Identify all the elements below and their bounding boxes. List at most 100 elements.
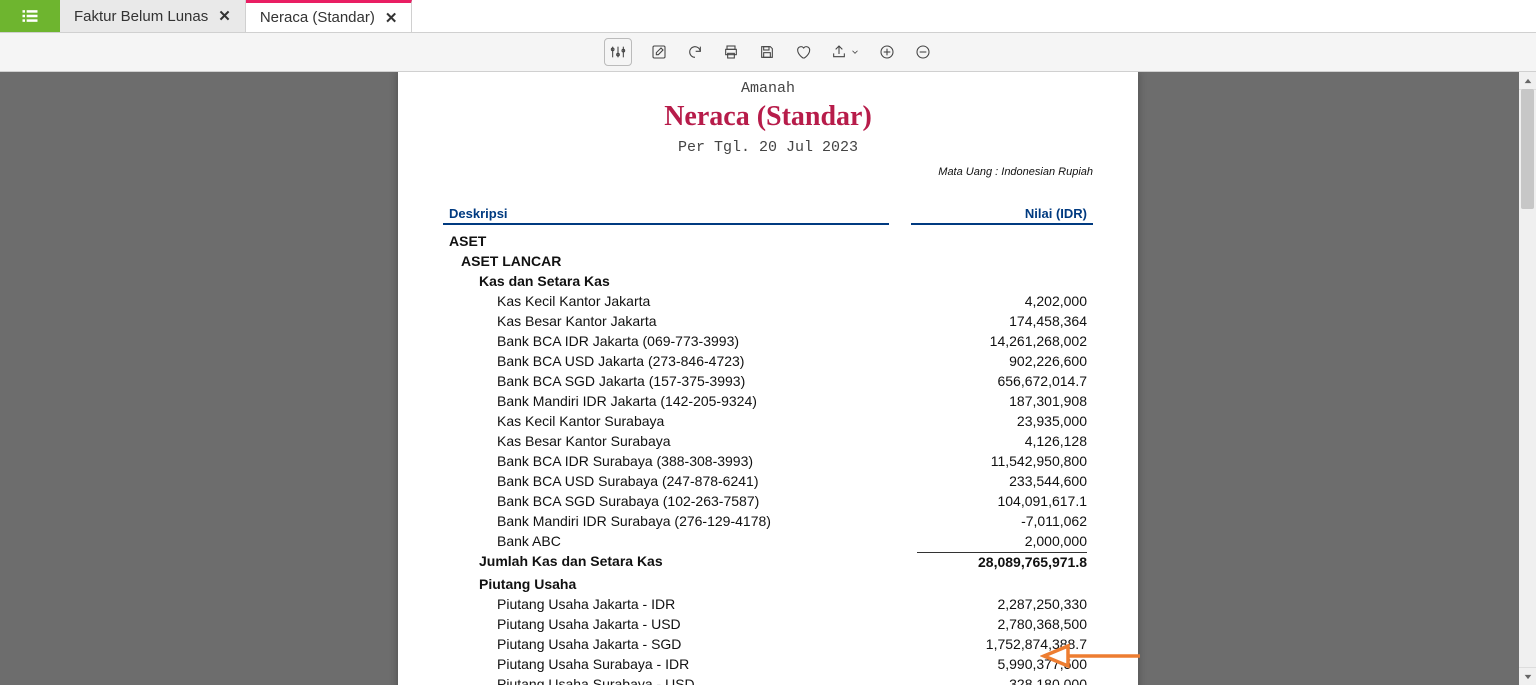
row-description: ASET	[449, 232, 917, 250]
row-description: Piutang Usaha Surabaya - USD	[449, 675, 917, 685]
report-row: Jumlah Kas dan Setara Kas28,089,765,971.…	[443, 551, 1093, 572]
report-row: Piutang Usaha Jakarta - SGD1,752,874,388…	[443, 634, 1093, 654]
row-value: 28,089,765,971.8	[917, 552, 1087, 571]
plus-circle-icon	[879, 44, 895, 60]
report-workspace: Amanah Neraca (Standar) Per Tgl. 20 Jul …	[0, 72, 1536, 685]
pencil-square-icon	[651, 44, 667, 60]
close-icon[interactable]: ✕	[218, 7, 231, 25]
edit-button[interactable]	[650, 43, 668, 61]
row-value: 187,301,908	[917, 392, 1087, 410]
row-description: ASET LANCAR	[449, 252, 917, 270]
report-row: ASET LANCAR	[443, 251, 1093, 271]
report-row: Piutang Usaha	[443, 574, 1093, 594]
row-description: Bank Mandiri IDR Jakarta (142-205-9324)	[449, 392, 917, 410]
report-toolbar	[0, 33, 1536, 72]
save-icon	[759, 44, 775, 60]
row-value: 4,126,128	[917, 432, 1087, 450]
row-description: Piutang Usaha	[449, 575, 917, 593]
refresh-icon	[687, 44, 703, 60]
row-description: Piutang Usaha Jakarta - IDR	[449, 595, 917, 613]
heart-icon	[795, 44, 811, 60]
report-row: Bank ABC2,000,000	[443, 531, 1093, 551]
report-page: Amanah Neraca (Standar) Per Tgl. 20 Jul …	[398, 72, 1138, 685]
row-description: Bank ABC	[449, 532, 917, 550]
row-value: 656,672,014.7	[917, 372, 1087, 390]
row-value	[917, 252, 1087, 270]
tab-neraca-standar[interactable]: Neraca (Standar) ✕	[246, 0, 413, 32]
row-description: Piutang Usaha Jakarta - SGD	[449, 635, 917, 653]
report-row: Piutang Usaha Surabaya - IDR5,990,377,50…	[443, 654, 1093, 674]
close-icon[interactable]: ✕	[385, 9, 398, 27]
sliders-icon	[610, 44, 626, 60]
col-header-value: Nilai (IDR)	[911, 206, 1093, 225]
report-row: Bank BCA USD Jakarta (273-846-4723)902,2…	[443, 351, 1093, 371]
vertical-scrollbar[interactable]	[1519, 72, 1536, 685]
row-value: 2,000,000	[917, 532, 1087, 550]
row-description: Jumlah Kas dan Setara Kas	[449, 552, 917, 571]
row-description: Bank BCA SGD Surabaya (102-263-7587)	[449, 492, 917, 510]
chevron-down-icon	[1523, 672, 1533, 682]
row-description: Kas dan Setara Kas	[449, 272, 917, 290]
report-row: Kas Besar Kantor Surabaya4,126,128	[443, 431, 1093, 451]
row-description: Kas Besar Kantor Surabaya	[449, 432, 917, 450]
refresh-button[interactable]	[686, 43, 704, 61]
company-name: Amanah	[443, 80, 1093, 97]
row-value: 14,261,268,002	[917, 332, 1087, 350]
row-value: 5,990,377,500	[917, 655, 1087, 673]
row-value	[917, 272, 1087, 290]
printer-icon	[723, 44, 739, 60]
filter-button[interactable]	[604, 38, 632, 66]
report-row: Bank BCA IDR Jakarta (069-773-3993)14,26…	[443, 331, 1093, 351]
tab-label: Neraca (Standar)	[260, 9, 375, 26]
row-value: 902,226,600	[917, 352, 1087, 370]
minus-circle-icon	[915, 44, 931, 60]
row-description: Bank BCA IDR Jakarta (069-773-3993)	[449, 332, 917, 350]
scrollbar-thumb[interactable]	[1521, 89, 1534, 209]
row-value: 11,542,950,800	[917, 452, 1087, 470]
row-description: Bank BCA USD Jakarta (273-846-4723)	[449, 352, 917, 370]
row-description: Piutang Usaha Jakarta - USD	[449, 615, 917, 633]
scroll-down-button[interactable]	[1519, 667, 1536, 685]
report-row: Kas Kecil Kantor Jakarta4,202,000	[443, 291, 1093, 311]
report-row: Kas Kecil Kantor Surabaya23,935,000	[443, 411, 1093, 431]
row-description: Bank BCA USD Surabaya (247-878-6241)	[449, 472, 917, 490]
tab-strip: Faktur Belum Lunas ✕ Neraca (Standar) ✕	[0, 0, 1536, 33]
tab-faktur-belum-lunas[interactable]: Faktur Belum Lunas ✕	[60, 0, 246, 32]
report-row: Kas dan Setara Kas	[443, 271, 1093, 291]
row-value: 2,780,368,500	[917, 615, 1087, 633]
report-row: Piutang Usaha Jakarta - USD2,780,368,500	[443, 614, 1093, 634]
row-value: 174,458,364	[917, 312, 1087, 330]
export-button[interactable]	[830, 43, 860, 61]
row-description: Kas Besar Kantor Jakarta	[449, 312, 917, 330]
report-row: Bank BCA USD Surabaya (247-878-6241)233,…	[443, 471, 1093, 491]
report-row: Bank Mandiri IDR Surabaya (276-129-4178)…	[443, 511, 1093, 531]
report-row: Bank BCA SGD Surabaya (102-263-7587)104,…	[443, 491, 1093, 511]
chevron-down-icon	[850, 47, 860, 57]
column-headers: Deskripsi Nilai (IDR)	[443, 206, 1093, 225]
row-value: 4,202,000	[917, 292, 1087, 310]
row-value: 233,544,600	[917, 472, 1087, 490]
scroll-up-button[interactable]	[1519, 72, 1536, 90]
tab-label: Faktur Belum Lunas	[74, 8, 208, 25]
favorite-button[interactable]	[794, 43, 812, 61]
zoom-in-button[interactable]	[878, 43, 896, 61]
row-description: Piutang Usaha Surabaya - IDR	[449, 655, 917, 673]
row-value: 104,091,617.1	[917, 492, 1087, 510]
report-rows: ASETASET LANCARKas dan Setara KasKas Kec…	[443, 231, 1093, 685]
report-row: ASET	[443, 231, 1093, 251]
home-button[interactable]	[0, 0, 60, 32]
report-row: Bank Mandiri IDR Jakarta (142-205-9324)1…	[443, 391, 1093, 411]
export-icon	[831, 44, 847, 60]
report-date: Per Tgl. 20 Jul 2023	[443, 139, 1093, 156]
row-value	[917, 575, 1087, 593]
print-button[interactable]	[722, 43, 740, 61]
row-description: Kas Kecil Kantor Jakarta	[449, 292, 917, 310]
row-value: -7,011,062	[917, 512, 1087, 530]
report-row: Piutang Usaha Jakarta - IDR2,287,250,330	[443, 594, 1093, 614]
zoom-out-button[interactable]	[914, 43, 932, 61]
report-row: Kas Besar Kantor Jakarta174,458,364	[443, 311, 1093, 331]
chevron-up-icon	[1523, 76, 1533, 86]
col-header-description: Deskripsi	[443, 206, 889, 225]
save-button[interactable]	[758, 43, 776, 61]
row-value: 328,180,000	[917, 675, 1087, 685]
